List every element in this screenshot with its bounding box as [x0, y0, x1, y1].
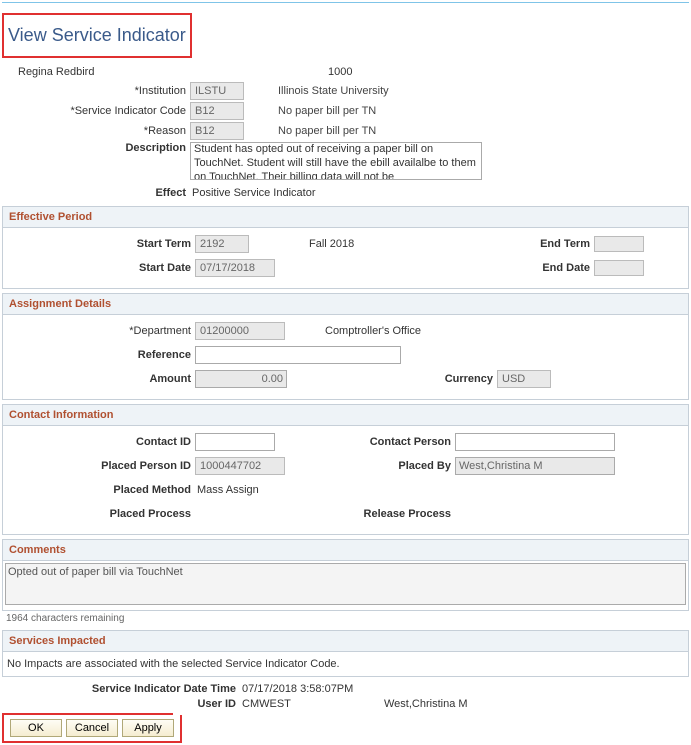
- placed-person-id-label: Placed Person ID: [7, 460, 195, 472]
- reference-label: Reference: [7, 349, 195, 361]
- institution-code: ILSTU: [190, 82, 244, 100]
- placed-process-label: Placed Process: [7, 508, 195, 520]
- end-date: [594, 260, 644, 276]
- start-date: 07/17/2018: [195, 259, 275, 277]
- si-code-label: Service Indicator Code: [2, 105, 190, 117]
- services-impacted-msg: No Impacts are associated with the selec…: [7, 658, 684, 670]
- section-assignment: Assignment Details: [2, 293, 689, 315]
- start-term-label: Start Term: [7, 238, 195, 250]
- ok-button[interactable]: OK: [10, 719, 62, 737]
- institution-desc: Illinois State University: [278, 85, 389, 97]
- amount-input: [195, 370, 287, 388]
- start-date-label: Start Date: [7, 262, 195, 274]
- si-code: B12: [190, 102, 244, 120]
- department-desc: Comptroller's Office: [325, 325, 421, 337]
- reason-desc: No paper bill per TN: [278, 125, 376, 137]
- currency-value: USD: [497, 370, 551, 388]
- si-datetime-label: Service Indicator Date Time: [2, 683, 240, 695]
- currency-label: Currency: [397, 373, 497, 385]
- placed-by-label: Placed By: [335, 460, 455, 472]
- reference-input[interactable]: [195, 346, 401, 364]
- contact-id-label: Contact ID: [7, 436, 195, 448]
- placed-by: [455, 457, 615, 475]
- section-effective-period: Effective Period: [2, 206, 689, 228]
- characters-remaining: 1964 characters remaining: [2, 611, 689, 626]
- start-term: 2192: [195, 235, 249, 253]
- release-process-label: Release Process: [335, 508, 455, 520]
- apply-button[interactable]: Apply: [122, 719, 174, 737]
- si-code-desc: No paper bill per TN: [278, 105, 376, 117]
- end-term: [594, 236, 644, 252]
- end-date-label: End Date: [494, 262, 594, 274]
- reason-label: Reason: [2, 125, 190, 137]
- username: West,Christina M: [384, 698, 468, 710]
- amount-label: Amount: [7, 373, 195, 385]
- cancel-button[interactable]: Cancel: [66, 719, 118, 737]
- effect-value: Positive Service Indicator: [192, 187, 316, 199]
- placed-method: Mass Assign: [197, 484, 259, 496]
- description-label: Description: [2, 142, 190, 154]
- placed-person-id: 1000447702: [195, 457, 285, 475]
- department-code: 01200000: [195, 322, 285, 340]
- placed-method-label: Placed Method: [7, 484, 195, 496]
- person-id: 1000: [328, 66, 352, 78]
- contact-person-label: Contact Person: [335, 436, 455, 448]
- reason-code: B12: [190, 122, 244, 140]
- userid-label: User ID: [2, 698, 240, 710]
- person-name: Regina Redbird: [18, 66, 298, 78]
- section-comments: Comments: [2, 539, 689, 561]
- effect-label: Effect: [2, 187, 190, 199]
- description-textarea[interactable]: Student has opted out of receiving a pap…: [190, 142, 482, 180]
- contact-id-input[interactable]: [195, 433, 275, 451]
- userid: CMWEST: [242, 698, 382, 710]
- section-contact: Contact Information: [2, 404, 689, 426]
- department-label: Department: [7, 325, 195, 337]
- start-term-desc: Fall 2018: [309, 238, 354, 250]
- section-services-impacted: Services Impacted: [2, 630, 689, 652]
- page-title: View Service Indicator: [2, 13, 192, 58]
- comments-textarea[interactable]: Opted out of paper bill via TouchNet: [5, 563, 686, 605]
- contact-person-input[interactable]: [455, 433, 615, 451]
- si-datetime: 07/17/2018 3:58:07PM: [242, 683, 353, 695]
- end-term-label: End Term: [494, 238, 594, 250]
- institution-label: Institution: [2, 85, 190, 97]
